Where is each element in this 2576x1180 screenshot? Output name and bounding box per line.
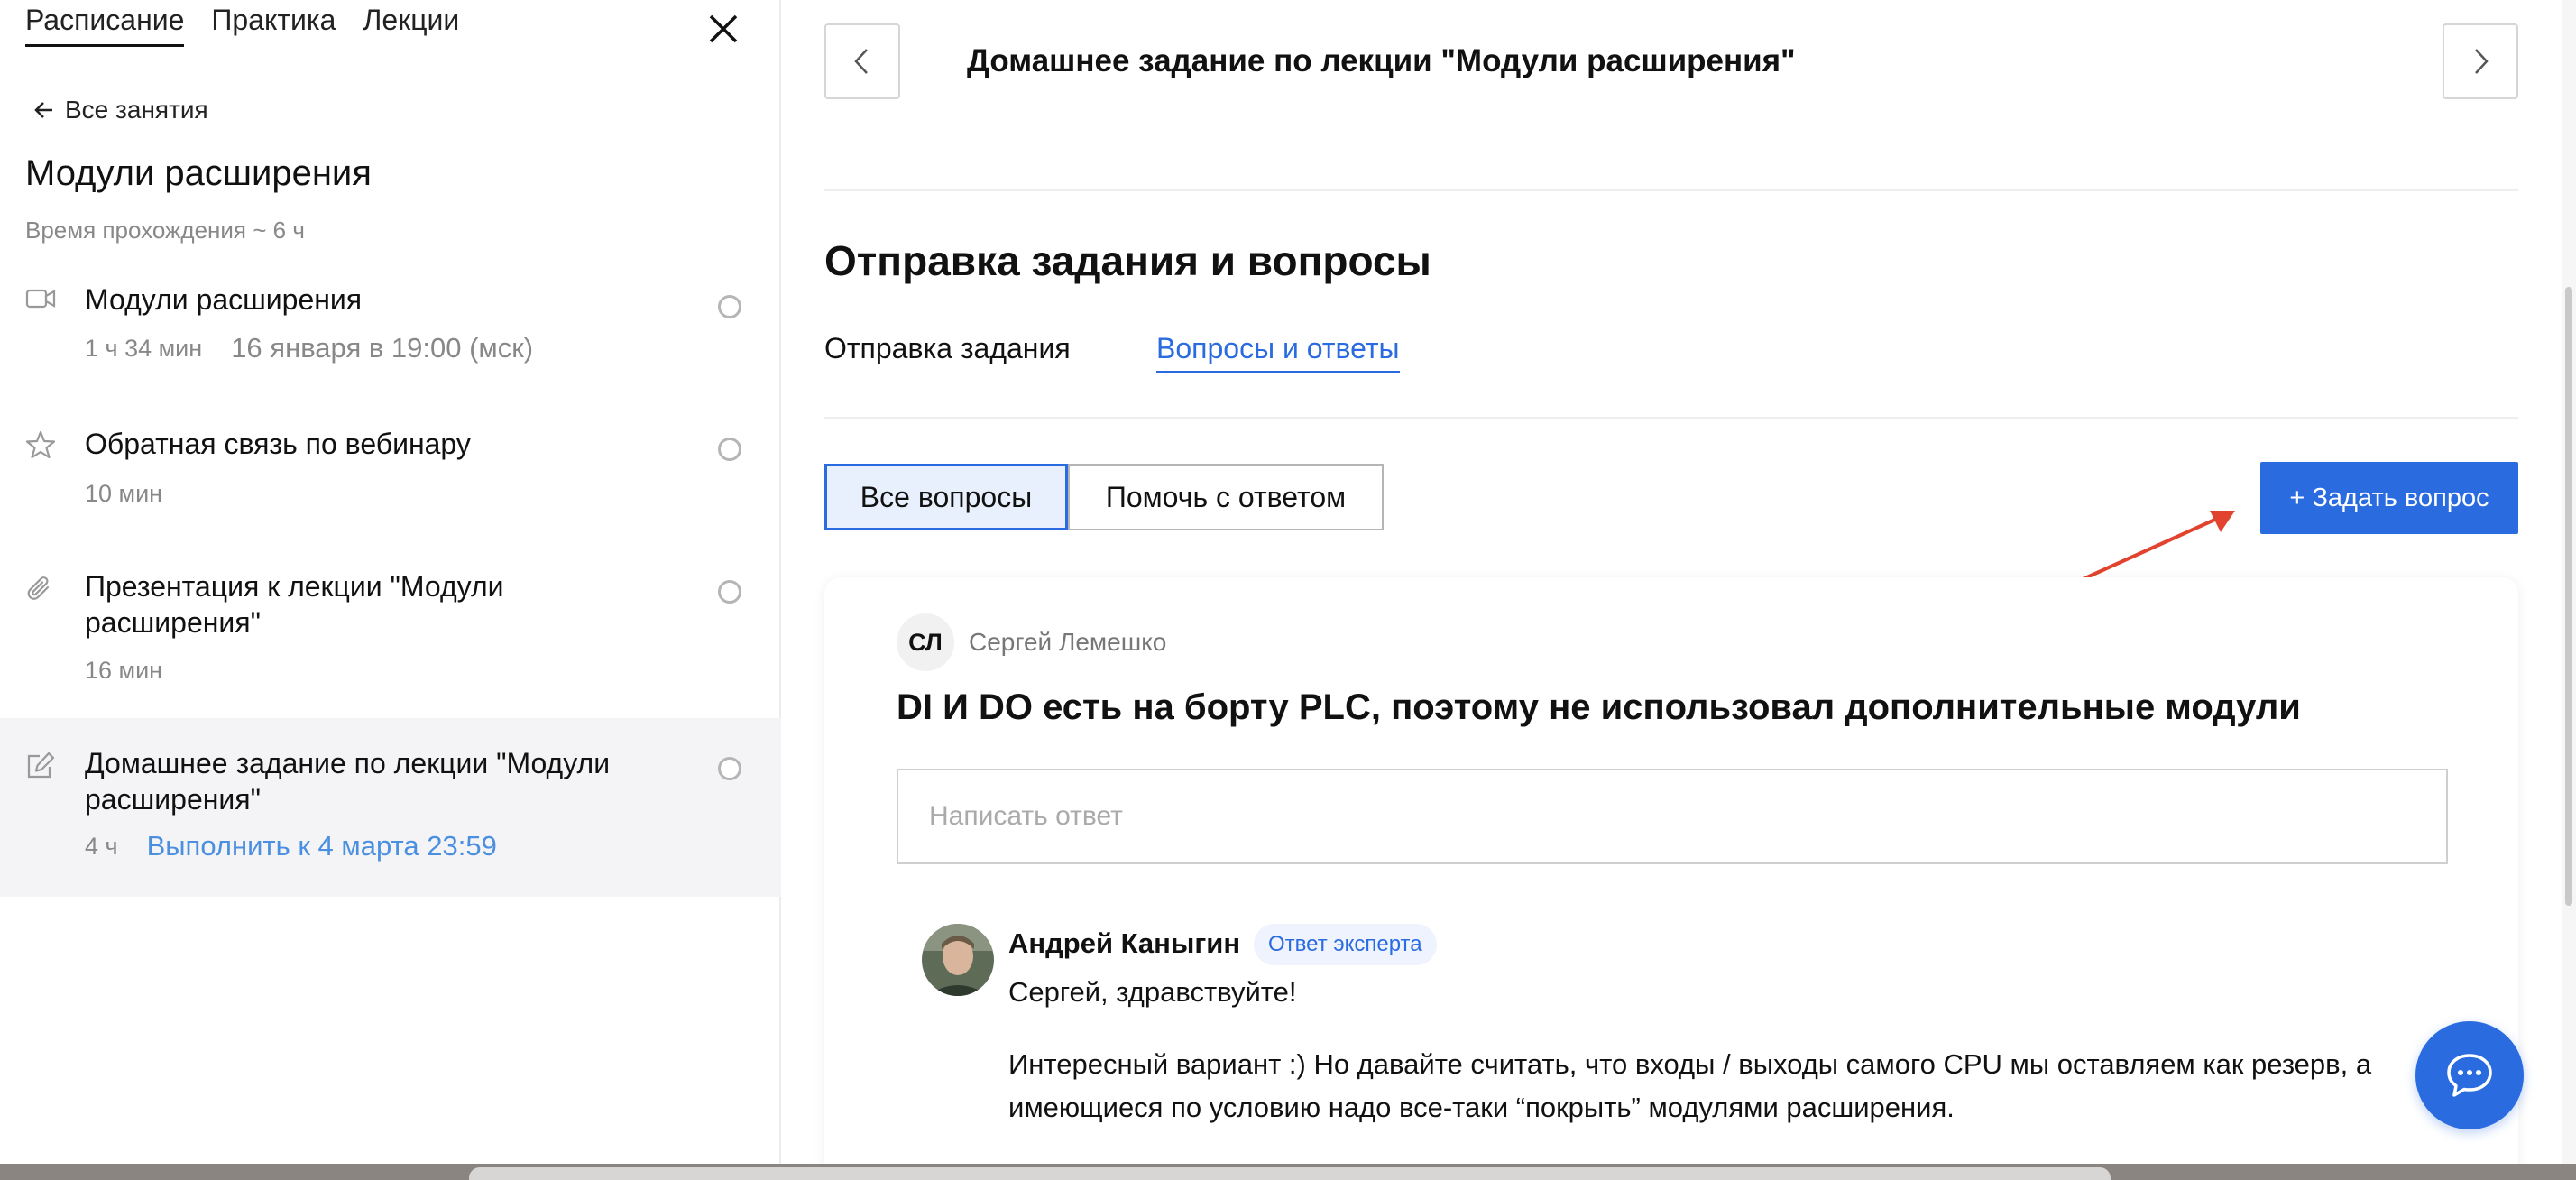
lesson-title: Обратная связь по вебинару xyxy=(85,428,471,460)
sidebar-tabs: Расписание Практика Лекции xyxy=(25,4,459,47)
paperclip-icon xyxy=(25,574,56,604)
back-link-label: Все занятия xyxy=(65,96,208,124)
lesson-duration: 1 ч 34 мин xyxy=(85,334,203,362)
tab-lectures[interactable]: Лекции xyxy=(363,4,459,47)
lesson-status-radio xyxy=(718,295,741,318)
avatar xyxy=(922,924,994,996)
avatar: СЛ xyxy=(897,613,954,671)
prev-button[interactable] xyxy=(824,23,900,99)
scrollbar-thumb[interactable] xyxy=(2565,287,2572,906)
lesson-status-radio xyxy=(718,580,741,604)
tab-submit-assignment[interactable]: Отправка задания xyxy=(824,332,1071,371)
lesson-duration: 10 мин xyxy=(85,480,163,507)
arrow-left-icon xyxy=(34,102,52,118)
tab-practice[interactable]: Практика xyxy=(211,4,336,47)
lesson-deadline: Выполнить к 4 марта 23:59 xyxy=(146,830,497,862)
question-author: Сергей Лемешко xyxy=(969,628,1167,656)
lesson-item-homework[interactable]: Домашнее задание по лекции "Модули расши… xyxy=(0,718,781,897)
lesson-item-presentation[interactable]: Презентация к лекции "Модули расширения"… xyxy=(0,559,781,695)
lesson-title: Презентация к лекции "Модули расширения" xyxy=(85,570,504,639)
lesson-status-radio xyxy=(718,438,741,461)
section-title: Отправка задания и вопросы xyxy=(824,237,1431,284)
reply-input[interactable] xyxy=(897,769,2448,864)
answer-greeting: Сергей, здравствуйте! xyxy=(1008,976,1297,1008)
filter-help-answer[interactable]: Помочь с ответом xyxy=(1068,464,1384,530)
expert-badge: Ответ эксперта xyxy=(1254,924,1437,965)
close-icon[interactable] xyxy=(705,11,741,47)
main-content: Домашнее задание по лекции "Модули расши… xyxy=(783,0,2576,1180)
lesson-item-feedback[interactable]: Обратная связь по вебинару 10 мин xyxy=(0,415,781,523)
lesson-duration: 4 ч xyxy=(85,832,118,860)
course-duration: Время прохождения ~ 6 ч xyxy=(25,217,305,244)
chat-bubble-icon xyxy=(2447,1054,2492,1097)
course-title: Модули расширения xyxy=(25,153,372,193)
answer-author: Андрей Каныгин xyxy=(1008,927,1241,959)
question-card: СЛ Сергей Лемешко DI И DO есть на борту … xyxy=(824,577,2518,1180)
divider xyxy=(824,189,2518,191)
lesson-meta: 10 мин xyxy=(85,480,162,508)
lesson-duration: 16 мин xyxy=(85,657,163,684)
tab-questions-answers[interactable]: Вопросы и ответы xyxy=(1156,332,1400,373)
ask-question-button[interactable]: + Задать вопрос xyxy=(2260,462,2518,534)
page-title: Домашнее задание по лекции "Модули расши… xyxy=(967,43,1796,78)
lesson-status-radio xyxy=(718,757,741,780)
chat-button[interactable] xyxy=(2415,1021,2524,1129)
next-button[interactable] xyxy=(2443,23,2518,99)
answer-text: Интересный вариант :) Но давайте считать… xyxy=(1008,1048,2372,1123)
lesson-title: Модули расширения xyxy=(85,283,363,316)
lesson-meta: 1 ч 34 мин 16 января в 19:00 (мск) xyxy=(85,332,533,364)
lesson-meta: 16 мин xyxy=(85,657,162,685)
lesson-meta: 4 ч Выполнить к 4 марта 23:59 xyxy=(85,830,497,862)
lesson-item-video[interactable]: Модули расширения 1 ч 34 мин 16 января в… xyxy=(0,271,781,388)
question-text: DI И DO есть на борту PLC, поэтому не ис… xyxy=(897,687,2301,727)
back-link[interactable]: Все занятия xyxy=(32,96,208,124)
sidebar: Расписание Практика Лекции Все занятия М… xyxy=(0,0,781,1164)
star-icon xyxy=(25,429,56,460)
divider xyxy=(824,417,2518,419)
video-camera-icon xyxy=(25,283,56,314)
chevron-right-icon xyxy=(2475,49,2489,74)
edit-icon xyxy=(25,751,56,781)
chevron-left-icon xyxy=(854,49,868,74)
lesson-title: Домашнее задание по лекции "Модули расши… xyxy=(85,747,611,816)
tab-schedule[interactable]: Расписание xyxy=(25,4,185,47)
lesson-date: 16 января в 19:00 (мск) xyxy=(231,332,534,364)
dock xyxy=(469,1167,2111,1180)
filter-all-questions[interactable]: Все вопросы xyxy=(824,464,1068,530)
